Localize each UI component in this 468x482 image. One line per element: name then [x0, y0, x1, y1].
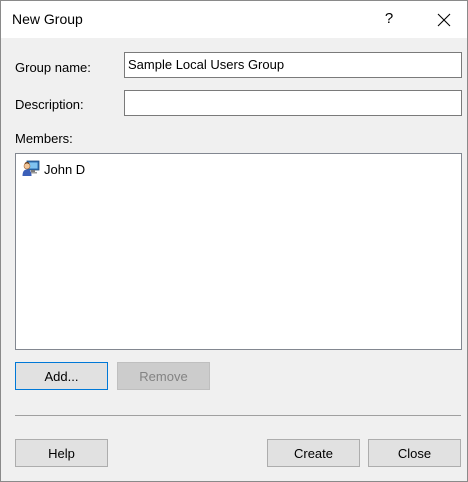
description-label: Description: [15, 97, 84, 112]
close-button[interactable]: Close [368, 439, 461, 467]
members-list[interactable]: John D [15, 153, 462, 350]
description-field[interactable] [124, 90, 462, 116]
create-button[interactable]: Create [267, 439, 360, 467]
help-question-button[interactable]: ? [381, 5, 397, 33]
member-name: John D [44, 161, 86, 177]
group-name-field[interactable]: Sample Local Users Group [124, 52, 462, 78]
title-bar: New Group ? [1, 1, 467, 38]
user-icon [22, 159, 40, 180]
remove-button[interactable]: Remove [117, 362, 210, 390]
window-title: New Group [12, 11, 83, 27]
members-label: Members: [15, 131, 73, 146]
separator [15, 415, 461, 416]
group-name-label: Group name: [15, 60, 91, 75]
add-button[interactable]: Add... [15, 362, 108, 390]
close-icon[interactable] [431, 7, 457, 33]
help-button[interactable]: Help [15, 439, 108, 467]
new-group-dialog: New Group ? Group name: Sample Local Use… [0, 0, 468, 482]
list-item[interactable]: John D [22, 159, 85, 179]
